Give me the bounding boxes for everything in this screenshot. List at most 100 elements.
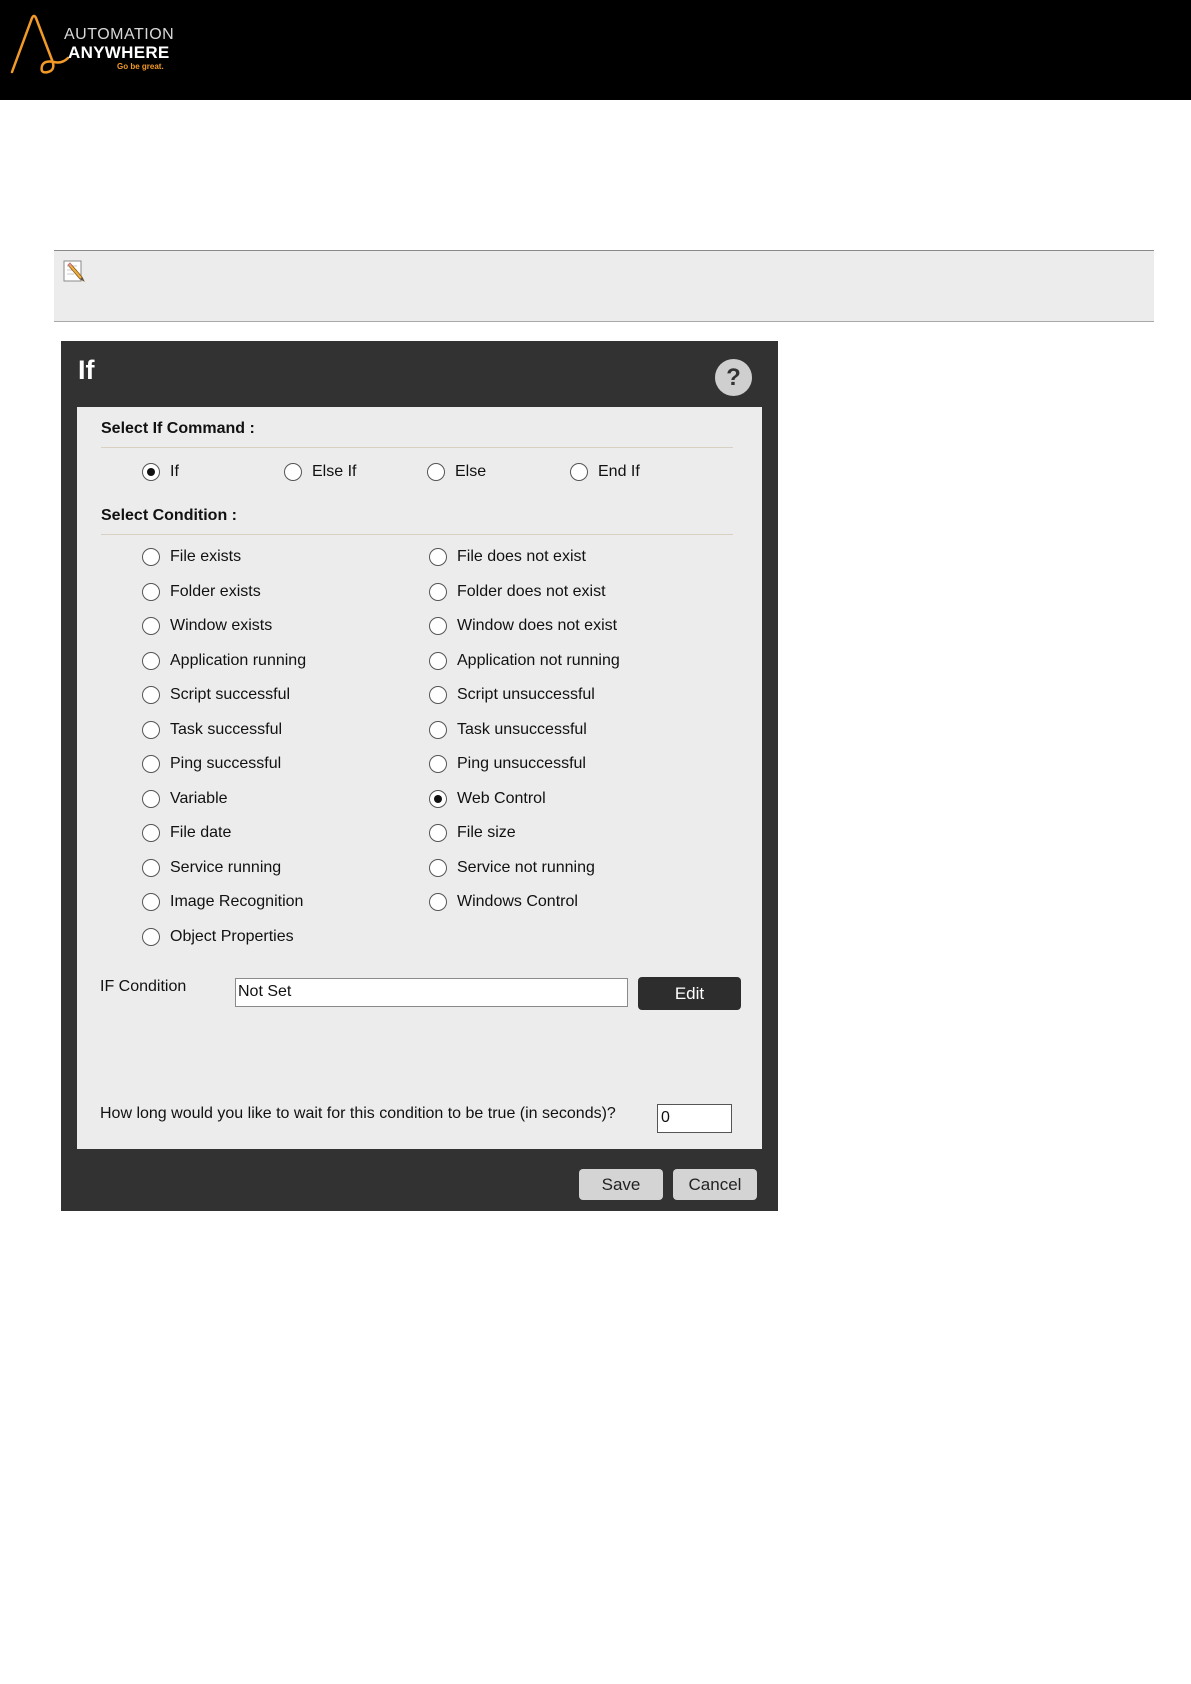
condition-label: Task successful <box>170 721 283 738</box>
command-radio-end-if[interactable]: End If <box>570 463 640 481</box>
logo-text-anywhere: ANYWHERE <box>68 43 170 62</box>
select-condition-title: Select Condition : <box>101 507 237 524</box>
radio-button[interactable] <box>429 790 447 808</box>
edit-button[interactable]: Edit <box>638 977 741 1010</box>
condition-label: Service running <box>170 859 282 876</box>
if-condition-label: IF Condition <box>100 978 187 995</box>
condition-radio-service-not-running[interactable]: Service not running <box>429 859 595 877</box>
condition-radio-script-successful[interactable]: Script successful <box>142 686 290 704</box>
radio-button[interactable] <box>570 463 588 481</box>
condition-radio-folder-exists[interactable]: Folder exists <box>142 583 261 601</box>
radio-button[interactable] <box>429 755 447 773</box>
condition-label: Object Properties <box>170 928 294 945</box>
radio-button[interactable] <box>429 824 447 842</box>
dialog-panel: Select If Command : If Else If Else End … <box>77 407 762 1149</box>
command-radio-if[interactable]: If <box>142 463 179 481</box>
condition-label: Web Control <box>457 790 546 807</box>
radio-button[interactable] <box>142 755 160 773</box>
command-label: Else If <box>312 463 357 480</box>
condition-label: Folder exists <box>170 583 261 600</box>
radio-button[interactable] <box>284 463 302 481</box>
radio-button[interactable] <box>142 790 160 808</box>
condition-radio-object-properties[interactable]: Object Properties <box>142 928 294 946</box>
condition-radio-application-not-running[interactable]: Application not running <box>429 652 620 670</box>
radio-button[interactable] <box>429 721 447 739</box>
help-button[interactable]: ? <box>715 359 752 396</box>
condition-radio-file-exists[interactable]: File exists <box>142 548 241 566</box>
radio-button[interactable] <box>429 617 447 635</box>
condition-radio-service-running[interactable]: Service running <box>142 859 281 877</box>
condition-radio-file-size[interactable]: File size <box>429 824 516 842</box>
radio-button[interactable] <box>429 548 447 566</box>
dialog-title: If <box>78 355 95 385</box>
radio-button[interactable] <box>142 686 160 704</box>
condition-label: Windows Control <box>457 893 578 910</box>
condition-label: Script successful <box>170 686 291 703</box>
pencil-note-icon <box>63 260 85 282</box>
condition-radio-folder-does-not-exist[interactable]: Folder does not exist <box>429 583 606 601</box>
condition-radio-file-date[interactable]: File date <box>142 824 231 842</box>
radio-button[interactable] <box>429 893 447 911</box>
radio-button[interactable] <box>142 548 160 566</box>
cancel-button[interactable]: Cancel <box>673 1169 757 1200</box>
radio-button[interactable] <box>429 686 447 704</box>
logo-text-automation: AUTOMATION <box>64 26 175 43</box>
condition-label: Window does not exist <box>457 617 618 634</box>
command-radio-else-if[interactable]: Else If <box>284 463 356 481</box>
condition-radio-file-does-not-exist[interactable]: File does not exist <box>429 548 586 566</box>
radio-button[interactable] <box>142 583 160 601</box>
command-radio-else[interactable]: Else <box>427 463 486 481</box>
select-if-command-title: Select If Command : <box>101 420 255 437</box>
radio-button[interactable] <box>142 824 160 842</box>
wait-time-label: How long would you like to wait for this… <box>100 1105 616 1122</box>
if-dialog: If ? Select If Command : If Else If Else… <box>61 341 778 1211</box>
condition-radio-ping-successful[interactable]: Ping successful <box>142 755 281 773</box>
save-button[interactable]: Save <box>579 1169 663 1200</box>
radio-button[interactable] <box>429 652 447 670</box>
radio-button[interactable] <box>142 721 160 739</box>
condition-radio-application-running[interactable]: Application running <box>142 652 306 670</box>
condition-label: Script unsuccessful <box>457 686 595 703</box>
site-header: AUTOMATION ANYWHERE Go be great. <box>0 0 1191 100</box>
condition-label: Task unsuccessful <box>457 721 587 738</box>
command-label: If <box>170 463 179 480</box>
condition-label: File size <box>457 824 516 841</box>
condition-radio-task-unsuccessful[interactable]: Task unsuccessful <box>429 721 587 739</box>
radio-button[interactable] <box>429 859 447 877</box>
condition-label: Service not running <box>457 859 595 876</box>
condition-radio-image-recognition[interactable]: Image Recognition <box>142 893 303 911</box>
condition-label: Ping successful <box>170 755 282 772</box>
radio-button[interactable] <box>142 859 160 877</box>
condition-label: File exists <box>170 548 242 565</box>
condition-radio-window-exists[interactable]: Window exists <box>142 617 272 635</box>
command-label: Else <box>455 463 487 480</box>
condition-radio-windows-control[interactable]: Windows Control <box>429 893 578 911</box>
condition-label: Image Recognition <box>170 893 304 910</box>
logo-tagline: Go be great. <box>117 62 164 71</box>
condition-label: File does not exist <box>457 548 586 565</box>
section-divider <box>101 447 733 448</box>
condition-radio-script-unsuccessful[interactable]: Script unsuccessful <box>429 686 595 704</box>
section-divider <box>101 534 733 535</box>
command-label: End If <box>598 463 640 480</box>
condition-label: Application not running <box>457 652 620 669</box>
radio-button[interactable] <box>142 928 160 946</box>
automation-anywhere-logo: AUTOMATION ANYWHERE Go be great. <box>10 14 200 78</box>
condition-label: File date <box>170 824 232 841</box>
condition-radio-task-successful[interactable]: Task successful <box>142 721 282 739</box>
if-condition-field[interactable]: Not Set <box>235 978 628 1007</box>
condition-radio-web-control[interactable]: Web Control <box>429 790 546 808</box>
wait-time-input[interactable]: 0 <box>657 1104 732 1133</box>
radio-button[interactable] <box>427 463 445 481</box>
radio-button[interactable] <box>429 583 447 601</box>
radio-button[interactable] <box>142 652 160 670</box>
condition-radio-variable[interactable]: Variable <box>142 790 228 808</box>
condition-label: Variable <box>170 790 228 807</box>
radio-button[interactable] <box>142 463 160 481</box>
note-box <box>54 250 1154 322</box>
radio-button[interactable] <box>142 893 160 911</box>
radio-button[interactable] <box>142 617 160 635</box>
condition-label: Window exists <box>170 617 273 634</box>
condition-radio-ping-unsuccessful[interactable]: Ping unsuccessful <box>429 755 586 773</box>
condition-radio-window-does-not-exist[interactable]: Window does not exist <box>429 617 617 635</box>
